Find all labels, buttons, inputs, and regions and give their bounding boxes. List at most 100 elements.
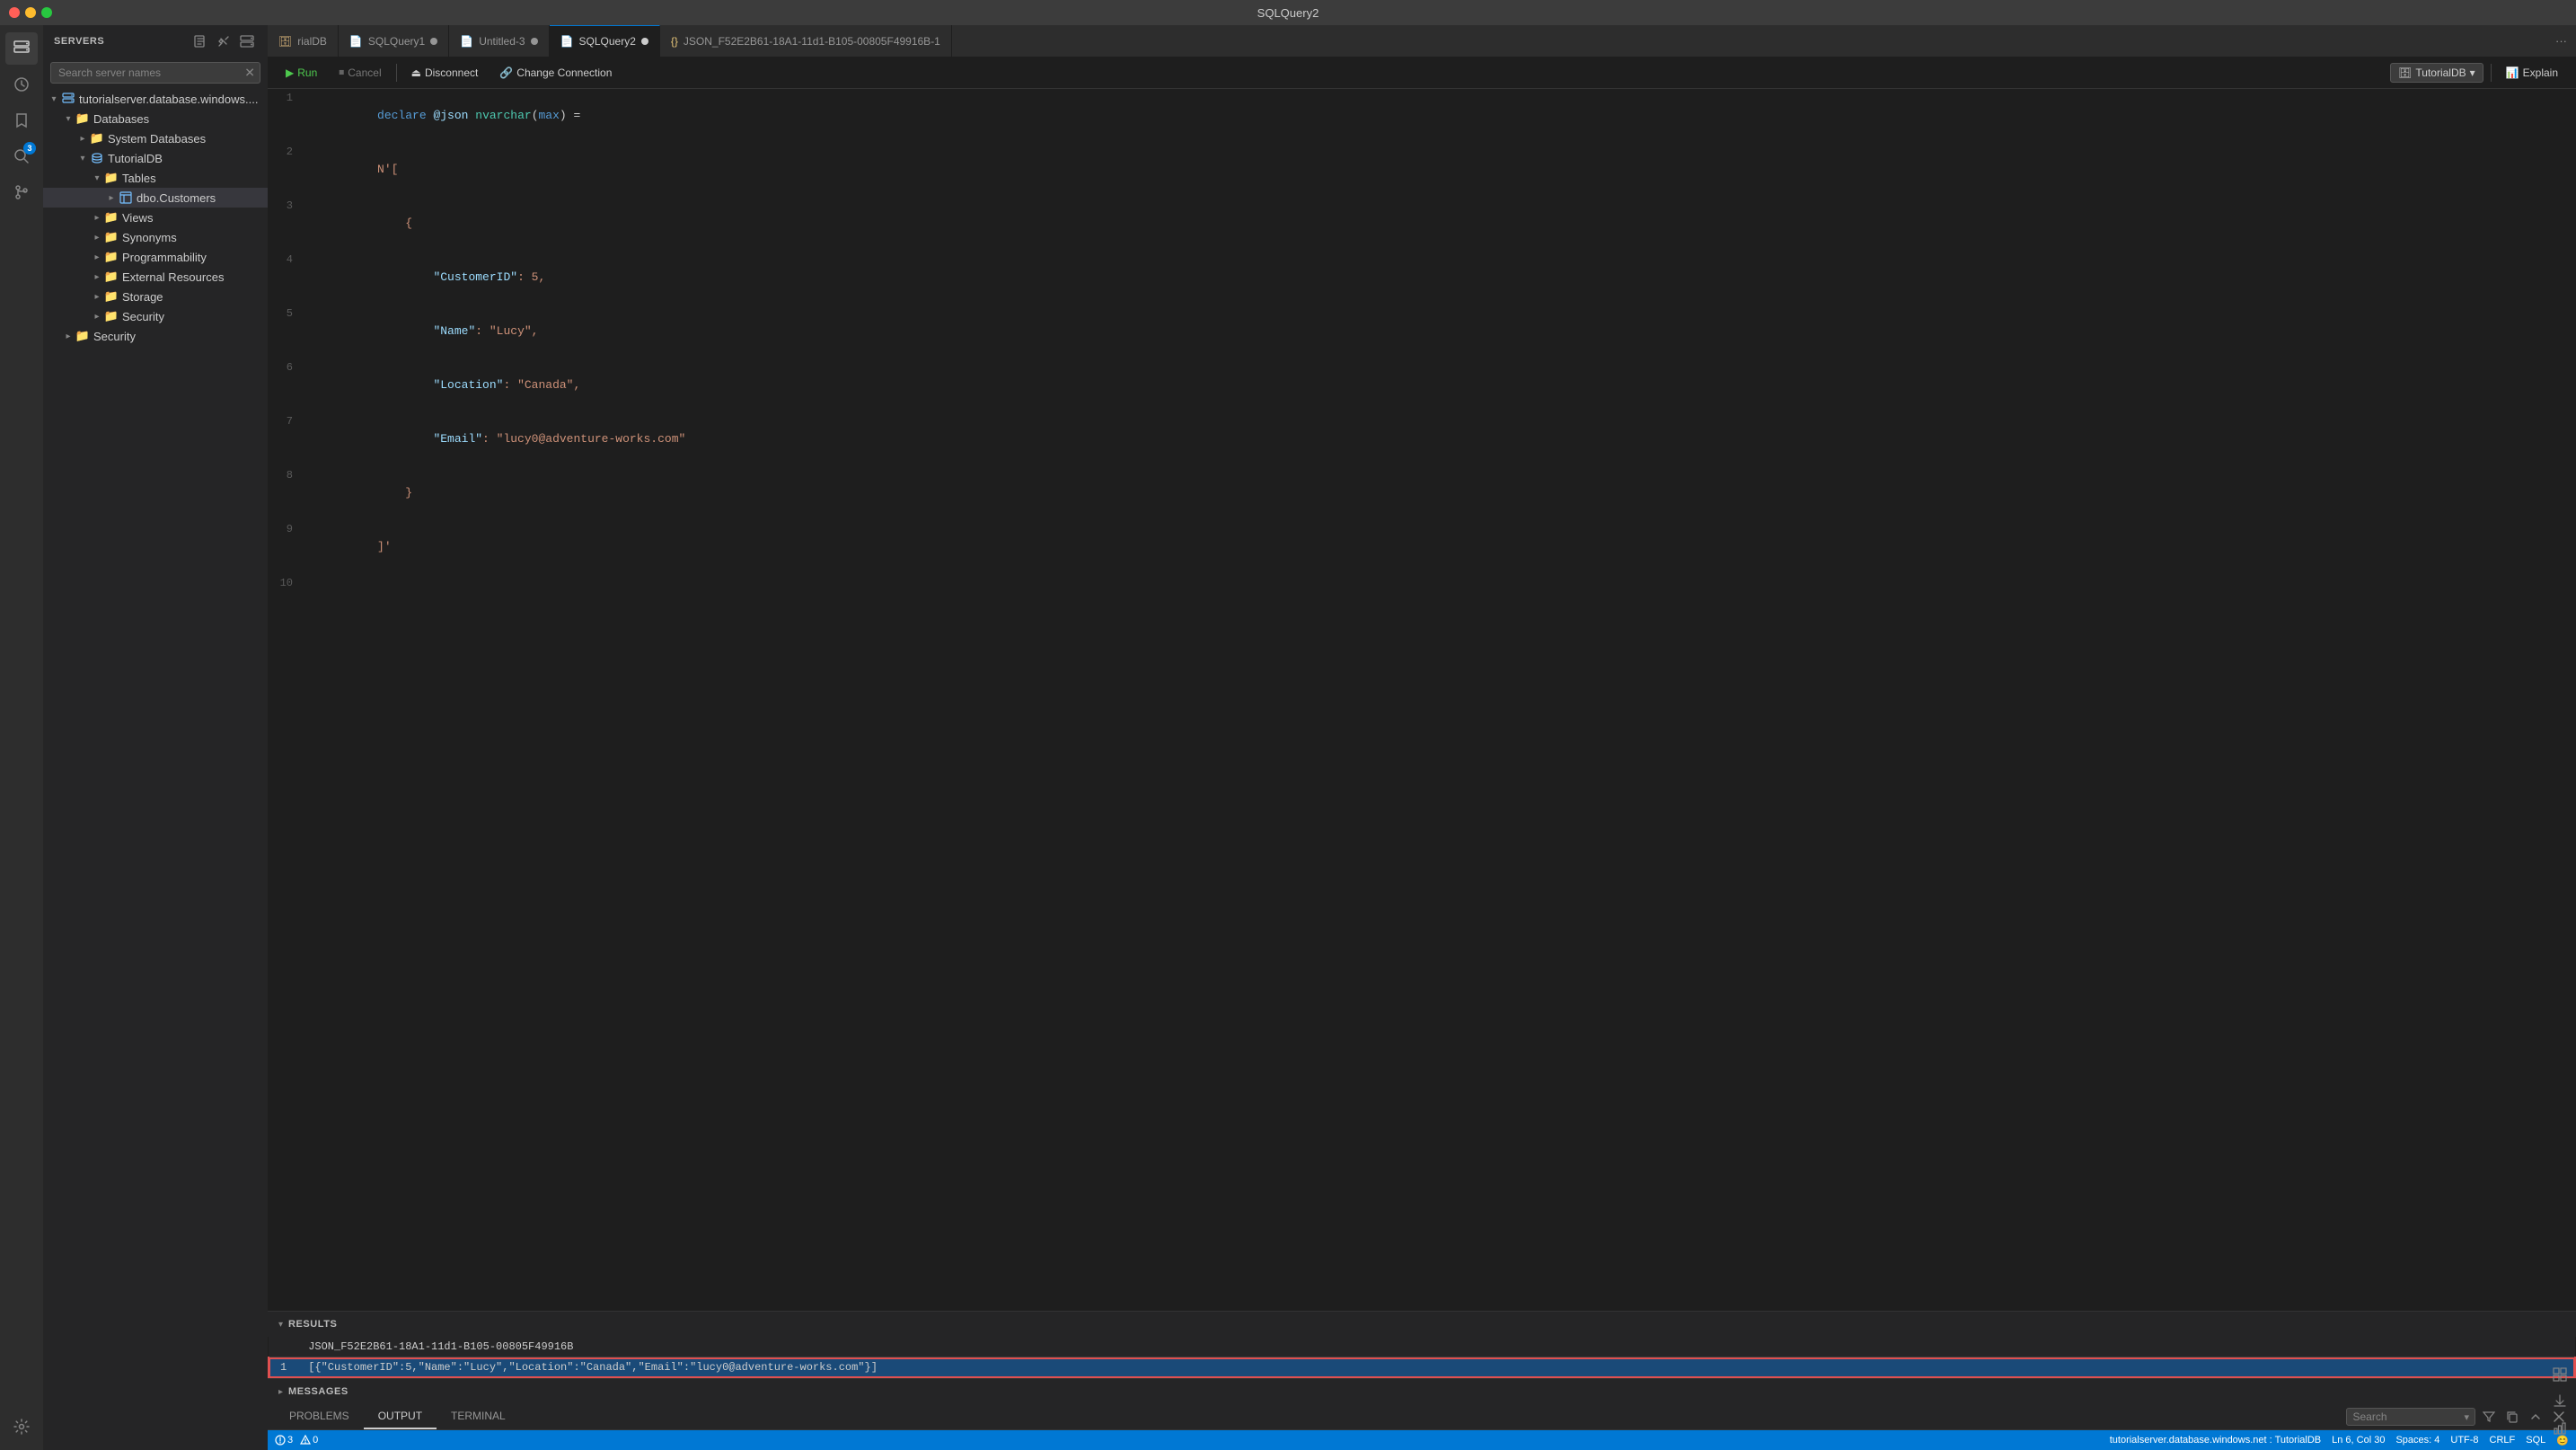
search-activity-icon[interactable]: 3 [5,140,38,172]
tree-item-storage[interactable]: 📁 Storage [43,287,268,306]
change-connection-icon: 🔗 [499,66,513,79]
run-button[interactable]: ▶ Run [278,64,324,82]
synonyms-label: Synonyms [122,231,177,244]
tab-sqlquery1[interactable]: 📄 SQLQuery1 [339,25,449,57]
add-server-icon[interactable] [237,31,257,51]
tree-arrow-synonyms[interactable] [90,230,104,244]
copy-icon[interactable] [2502,1407,2522,1427]
tree-arrow-databases[interactable] [61,111,75,126]
tree-item-system-dbs[interactable]: 📁 System Databases [43,128,268,148]
close-button[interactable] [9,7,20,18]
tree-item-views[interactable]: 📁 Views [43,208,268,227]
line-ending-status[interactable]: CRLF [2490,1435,2516,1446]
encoding-status[interactable]: UTF-8 [2450,1435,2478,1446]
line-num-7: 7 [268,412,304,466]
chart-icon[interactable] [2547,1416,2572,1441]
bookmarks-activity-icon[interactable] [5,104,38,137]
tree-arrow-tables[interactable] [90,171,104,185]
tree-arrow-views[interactable] [90,210,104,225]
maximize-results-icon[interactable] [2547,1443,2572,1450]
export-icon[interactable] [2547,1389,2572,1414]
status-right: tutorialserver.database.windows.net : Tu… [2110,1435,2569,1446]
warning-count[interactable]: 0 [300,1435,318,1446]
tree-item-server[interactable]: tutorialserver.database.windows.... [43,89,268,109]
server-icon [61,92,75,106]
tree-item-synonyms[interactable]: 📁 Synonyms [43,227,268,247]
error-count[interactable]: 3 [275,1435,293,1446]
new-query-icon[interactable] [190,31,210,51]
results-header[interactable]: ▾ RESULTS [268,1312,2576,1337]
scroll-up-icon[interactable] [2526,1407,2545,1427]
cursor-position[interactable]: Ln 6, Col 30 [2332,1435,2385,1446]
tree-arrow-storage[interactable] [90,289,104,304]
cancel-button[interactable]: ⏹ Cancel [331,63,388,82]
settings-activity-icon[interactable] [5,1410,38,1443]
messages-header[interactable]: ▸ MESSAGES [268,1379,2576,1404]
code-line-2: 2 N'[ [268,143,2576,197]
disconnect-icon[interactable] [214,31,234,51]
explain-button[interactable]: 📊 Explain [2499,64,2565,82]
tree-item-customers[interactable]: dbo.Customers [43,188,268,208]
messages-header-label: MESSAGES [288,1386,348,1397]
maximize-button[interactable] [41,7,52,18]
tree-arrow-customers[interactable] [104,190,119,205]
line-num-8: 8 [268,466,304,520]
tree-arrow-system-dbs[interactable] [75,131,90,146]
tab-json[interactable]: {} JSON_F52E2B61-18A1-11d1-B105-00805F49… [660,25,952,57]
code-editor[interactable]: 1 declare @json nvarchar(max) = 2 N'[ 3 … [268,89,2576,1311]
tree-item-databases[interactable]: 📁 Databases [43,109,268,128]
tree-item-tutorialdb[interactable]: TutorialDB [43,148,268,168]
filter-icon[interactable] [2479,1407,2499,1427]
tree-arrow-security-db[interactable] [90,309,104,323]
row-number: 1 [269,1357,297,1378]
tab-sqlquery2[interactable]: 📄 SQLQuery2 [550,25,660,57]
security-server-label: Security [93,330,136,343]
system-dbs-label: System Databases [108,132,206,146]
tree-arrow-external-resources[interactable] [90,270,104,284]
results-header-row: JSON_F52E2B61-18A1-11d1-B105-00805F49916… [269,1337,2575,1357]
disconnect-icon: ⏏ [411,66,421,79]
messages-collapse-icon: ▸ [278,1387,283,1397]
untitled3-modified-dot [531,38,538,45]
tab-output[interactable]: OUTPUT [364,1404,437,1429]
results-table-container[interactable]: JSON_F52E2B61-18A1-11d1-B105-00805F49916… [268,1337,2576,1378]
search-dropdown-icon[interactable]: ▾ [2464,1411,2469,1423]
tree-arrow-tutorialdb[interactable] [75,151,90,165]
tree-item-programmability[interactable]: 📁 Programmability [43,247,268,267]
history-activity-icon[interactable] [5,68,38,101]
tab-untitled3[interactable]: 📄 Untitled-3 [449,25,549,57]
tree-item-tables[interactable]: 📁 Tables [43,168,268,188]
explain-icon: 📊 [2506,66,2519,79]
tree-item-security-db[interactable]: 📁 Security [43,306,268,326]
disconnect-button[interactable]: ⏏ Disconnect [404,64,486,82]
tree-arrow-security-server[interactable] [61,329,75,343]
indentation-status[interactable]: Spaces: 4 [2395,1435,2439,1446]
views-label: Views [122,211,153,225]
line-content-8: } [304,466,412,520]
results-header-label: RESULTS [288,1319,337,1330]
search-clear-icon[interactable]: ✕ [244,66,255,81]
tree-arrow-programmability[interactable] [90,250,104,264]
change-connection-button[interactable]: 🔗 Change Connection [492,64,619,82]
messages-panel: ▸ MESSAGES [268,1378,2576,1404]
tree-item-external-resources[interactable]: 📁 External Resources [43,267,268,287]
grid-view-icon[interactable] [2547,1362,2572,1387]
tab-terminal[interactable]: TERMINAL [437,1404,520,1429]
tree-item-security-server[interactable]: 📁 Security [43,326,268,346]
db-selector[interactable]: 🗄 TutorialDB ▾ [2390,63,2483,83]
tab-problems[interactable]: PROBLEMS [275,1404,364,1429]
git-activity-icon[interactable] [5,176,38,208]
table-row[interactable]: 1 [{"CustomerID":5,"Name":"Lucy","Locati… [269,1357,2575,1378]
bottom-search-input[interactable] [2352,1410,2460,1423]
language-status[interactable]: SQL [2526,1435,2545,1446]
error-count-value: 3 [287,1435,293,1446]
tab-rialdb[interactable]: 🗄 rialDB [268,25,339,57]
tab-overflow-button[interactable]: ··· [2546,25,2576,57]
search-input[interactable] [50,62,260,84]
minimize-button[interactable] [25,7,36,18]
sqlquery1-modified-dot [430,38,437,45]
tree-arrow-server[interactable] [47,92,61,106]
json-tab-icon: {} [671,35,678,48]
server-connection-status[interactable]: tutorialserver.database.windows.net : Tu… [2110,1435,2321,1446]
servers-activity-icon[interactable] [5,32,38,65]
